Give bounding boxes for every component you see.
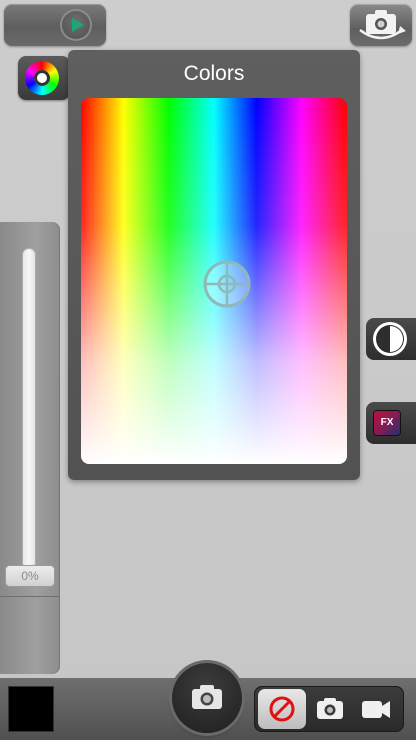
camera-switch-button[interactable] [350,4,412,46]
colors-panel: Colors [68,50,360,480]
timer-icon [373,322,407,356]
photo-mode-icon [317,698,343,719]
capture-mode-selector [254,686,404,732]
shutter-camera-icon [192,685,222,709]
crosshair-icon[interactable] [201,258,253,310]
play-icon [60,9,92,41]
timer-button[interactable] [366,318,416,360]
no-filter-icon [269,696,295,722]
color-wheel-icon [25,61,59,95]
play-button[interactable] [4,4,106,46]
intensity-slider-panel: 0% [0,222,60,674]
video-mode-icon [362,701,390,718]
selected-color-swatch[interactable] [9,687,53,731]
photo-mode-button[interactable] [308,689,352,729]
slider-track[interactable] [22,248,36,570]
slider-divider [0,596,60,597]
video-mode-button[interactable] [354,689,398,729]
fx-button[interactable]: FX [366,402,416,444]
no-filter-mode-button[interactable] [258,689,306,729]
colors-panel-title: Colors [183,62,245,85]
slider-value-label[interactable]: 0% [5,565,55,587]
color-wheel-button[interactable] [18,56,70,100]
shutter-button[interactable] [172,663,242,733]
fx-icon: FX [374,411,400,435]
color-spectrum-picker[interactable] [81,98,347,464]
camera-switch-icon [359,10,406,40]
